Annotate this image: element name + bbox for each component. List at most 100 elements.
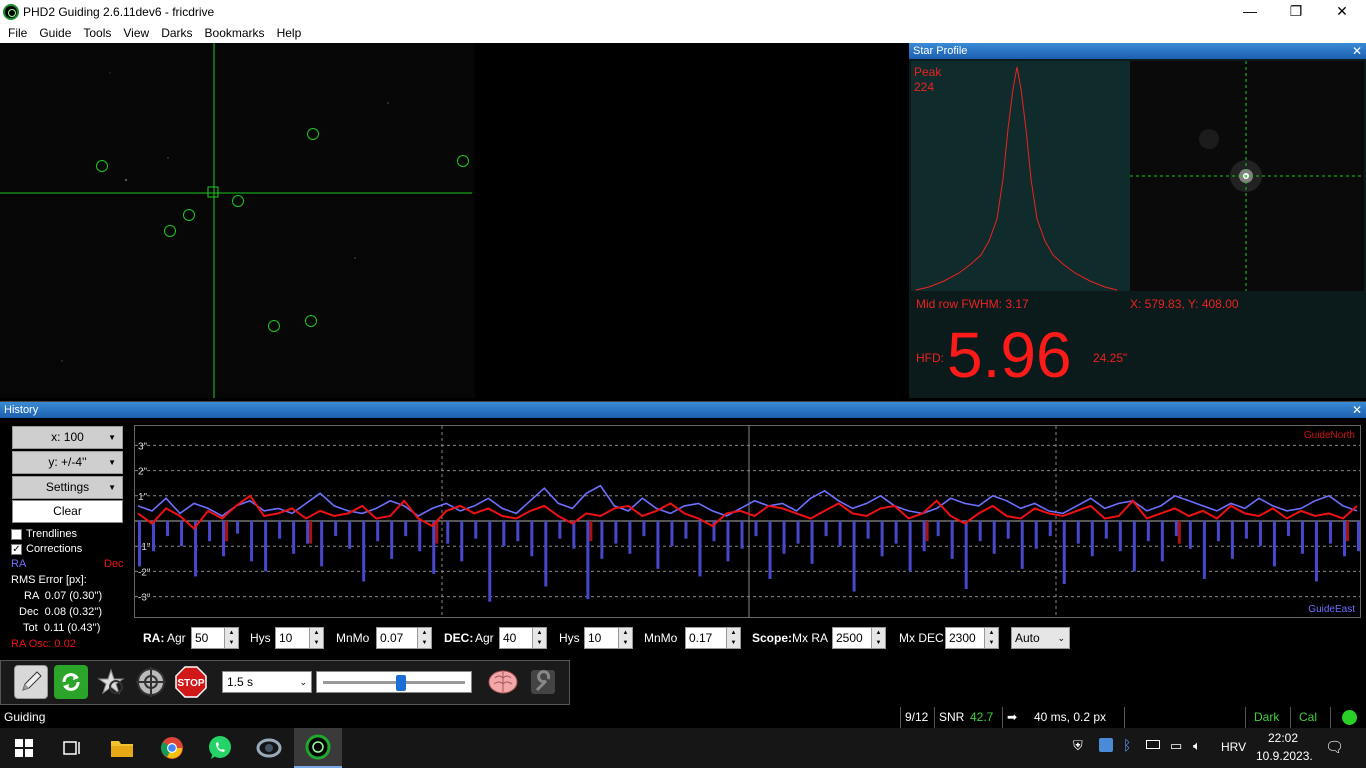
chevron-down-icon: ▼ bbox=[108, 483, 116, 492]
network-app-icon[interactable] bbox=[1099, 738, 1113, 752]
correction-bar bbox=[838, 521, 842, 547]
stop-button[interactable]: STOP bbox=[174, 665, 208, 699]
menu-guide[interactable]: Guide bbox=[33, 26, 77, 40]
profile-plot-bg bbox=[911, 61, 1130, 291]
ra-hys-input[interactable]: 10 bbox=[275, 627, 310, 649]
settings-dropdown[interactable]: Settings ▼ bbox=[12, 476, 123, 499]
loop-exposures-button[interactable] bbox=[54, 665, 88, 699]
gamma-slider[interactable] bbox=[316, 671, 472, 693]
speaker-icon[interactable]: 🔈︎ bbox=[1193, 738, 1201, 754]
dec-agr-input[interactable]: 40 bbox=[499, 627, 533, 649]
notification-icon[interactable]: 🗨︎ bbox=[1325, 738, 1344, 756]
correction-bar bbox=[309, 521, 313, 544]
dec-mnmo-input[interactable]: 0.17 bbox=[685, 627, 727, 649]
dec-mnmo-spinner[interactable]: ▲ ▼ bbox=[726, 627, 741, 649]
start-button[interactable] bbox=[0, 728, 48, 768]
ra-hys-spinner[interactable]: ▲ ▼ bbox=[309, 627, 324, 649]
status-frame: 9/12 bbox=[900, 707, 932, 728]
auto-select-star-button[interactable] bbox=[94, 665, 128, 699]
equipment-wrench-button[interactable] bbox=[526, 665, 560, 699]
exposure-select[interactable]: 1.5 s ⌄ bbox=[222, 671, 312, 693]
chrome-icon bbox=[161, 737, 183, 759]
taskbar-chrome[interactable] bbox=[148, 728, 196, 768]
taskbar-phd2[interactable] bbox=[294, 728, 342, 768]
maximize-button[interactable]: ❐ bbox=[1273, 0, 1319, 23]
ra-agr-input[interactable]: 50 bbox=[191, 627, 225, 649]
correction-bar bbox=[208, 521, 212, 542]
x-scale-dropdown[interactable]: x: 100 ▼ bbox=[12, 426, 123, 449]
clock-time[interactable]: 22:02 bbox=[1268, 731, 1298, 745]
settings-label: Settings bbox=[45, 480, 90, 494]
menu-tools[interactable]: Tools bbox=[77, 26, 117, 40]
guide-button[interactable] bbox=[134, 665, 168, 699]
menu-bookmarks[interactable]: Bookmarks bbox=[199, 26, 271, 40]
star-profile-close-button[interactable]: ✕ bbox=[1352, 43, 1362, 59]
taskbar-app-ring[interactable] bbox=[245, 728, 293, 768]
correction-bar bbox=[320, 521, 324, 567]
correction-bar bbox=[474, 521, 478, 539]
battery-icon[interactable] bbox=[1146, 740, 1160, 749]
shield-icon[interactable]: ⛨ bbox=[1073, 738, 1083, 754]
clock-date[interactable]: 10.9.2023. bbox=[1256, 749, 1313, 763]
menu-darks[interactable]: Darks bbox=[155, 26, 198, 40]
task-view-button[interactable] bbox=[48, 728, 96, 768]
slider-thumb[interactable] bbox=[395, 675, 406, 691]
dec-hys-label: Hys bbox=[559, 631, 580, 645]
ra-mnmo-input[interactable]: 0.07 bbox=[376, 627, 418, 649]
correction-bar bbox=[1342, 521, 1346, 557]
dec-hys-input[interactable]: 10 bbox=[584, 627, 619, 649]
checkbox-box[interactable] bbox=[11, 528, 22, 540]
mode-value: Auto bbox=[1015, 631, 1040, 645]
y-scale-dropdown[interactable]: y: +/-4'' ▼ bbox=[12, 451, 123, 474]
loop-icon bbox=[62, 673, 80, 691]
correction-bar bbox=[1314, 521, 1318, 582]
mx-dec-input[interactable]: 2300 bbox=[945, 627, 985, 649]
bluetooth-icon[interactable]: ᛒ bbox=[1123, 737, 1131, 753]
correction-bar bbox=[1090, 521, 1094, 557]
mx-ra-spinner[interactable]: ▲ ▼ bbox=[871, 627, 886, 649]
ra-legend: RA bbox=[11, 558, 27, 570]
correction-bar bbox=[1020, 521, 1024, 569]
history-chart[interactable]: 3"2"1"-1"-2"-3" GuideNorth GuideEast bbox=[134, 425, 1361, 618]
checkbox-box-checked[interactable]: ✓ bbox=[11, 543, 22, 555]
dec-hys-spinner[interactable]: ▲ ▼ bbox=[618, 627, 633, 649]
correction-bar bbox=[824, 521, 828, 537]
network-icon[interactable]: ▭ bbox=[1170, 738, 1182, 754]
status-snr-label: SNR bbox=[934, 707, 968, 728]
mx-dec-label: Mx DEC bbox=[899, 631, 944, 645]
ra-mnmo-spinner[interactable]: ▲ ▼ bbox=[417, 627, 432, 649]
clear-button[interactable]: Clear bbox=[12, 500, 123, 523]
window-title: PHD2 Guiding 2.6.11dev6 - fricdrive bbox=[23, 4, 215, 19]
y-tick-label: -3" bbox=[138, 593, 151, 604]
close-button[interactable]: ✕ bbox=[1319, 0, 1365, 23]
ra-agr-spinner[interactable]: ▲ ▼ bbox=[224, 627, 239, 649]
minimize-button[interactable]: — bbox=[1227, 0, 1273, 23]
guide-camera-view[interactable] bbox=[0, 43, 906, 398]
loop-pencil-button[interactable] bbox=[14, 665, 48, 699]
trendlines-checkbox[interactable]: Trendlines bbox=[11, 528, 77, 540]
correction-bar bbox=[1328, 521, 1332, 544]
mx-ra-input[interactable]: 2500 bbox=[832, 627, 872, 649]
taskbar-file-explorer[interactable] bbox=[98, 728, 146, 768]
corrections-checkbox[interactable]: ✓ Corrections bbox=[11, 543, 82, 555]
mx-dec-spinner[interactable]: ▲ ▼ bbox=[984, 627, 999, 649]
correction-bar bbox=[1104, 521, 1108, 539]
correction-bar bbox=[376, 521, 380, 542]
dec-agr-spinner[interactable]: ▲ ▼ bbox=[532, 627, 547, 649]
correction-bar bbox=[1146, 521, 1150, 542]
chevron-down-icon: ▼ bbox=[108, 433, 116, 442]
status-spacer bbox=[1124, 707, 1245, 728]
brain-settings-button[interactable] bbox=[486, 665, 520, 699]
menu-help[interactable]: Help bbox=[271, 26, 308, 40]
menu-file[interactable]: File bbox=[2, 26, 33, 40]
correction-bar bbox=[642, 521, 646, 537]
history-close-button[interactable]: ✕ bbox=[1352, 402, 1362, 418]
folder-icon bbox=[111, 741, 133, 757]
mode-select[interactable]: Auto ⌄ bbox=[1011, 627, 1070, 649]
language-indicator[interactable]: HRV bbox=[1221, 740, 1246, 754]
taskbar-whatsapp[interactable] bbox=[196, 728, 244, 768]
correction-bar bbox=[334, 521, 338, 537]
menu-view[interactable]: View bbox=[117, 26, 155, 40]
guide-north-label: GuideNorth bbox=[1304, 430, 1355, 441]
correction-bar bbox=[138, 521, 141, 567]
